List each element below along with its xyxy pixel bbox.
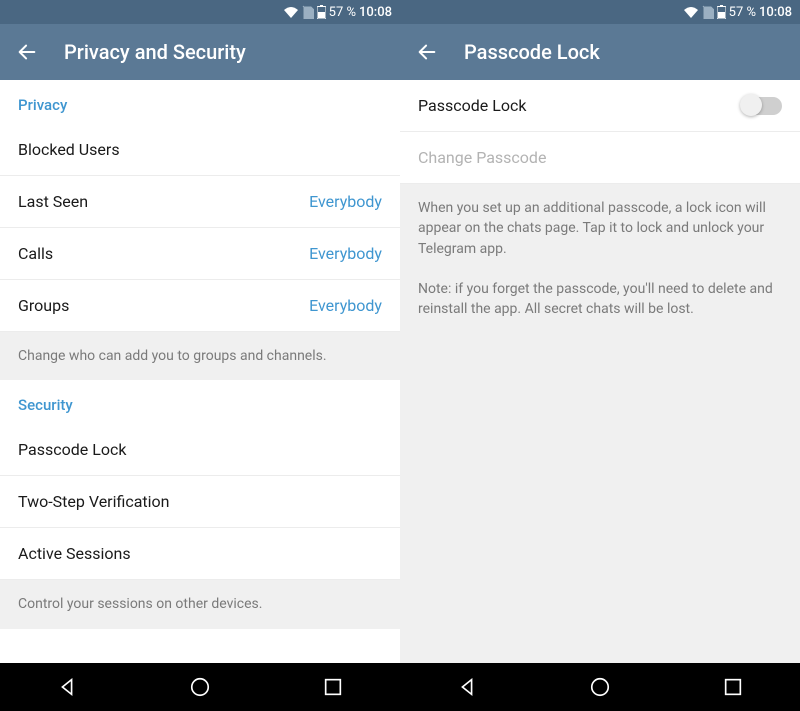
row-label: Active Sessions	[18, 544, 131, 563]
no-sim-icon	[302, 5, 314, 19]
nav-back-icon[interactable]	[56, 676, 78, 698]
section-header-privacy: Privacy	[0, 80, 400, 124]
screen-passcode-lock: 57 % 10:08 Passcode Lock Passcode Lock C…	[400, 0, 800, 711]
row-label: Groups	[18, 296, 69, 315]
row-last-seen[interactable]: Last Seen Everybody	[0, 176, 400, 228]
hint-text-2: Note: if you forget the passcode, you'll…	[418, 281, 773, 317]
screen-privacy-security: 57 % 10:08 Privacy and Security Privacy …	[0, 0, 400, 711]
clock-text: 10:08	[759, 5, 792, 20]
nav-recent-icon[interactable]	[722, 676, 744, 698]
row-groups[interactable]: Groups Everybody	[0, 280, 400, 332]
row-value: Everybody	[309, 192, 382, 211]
row-label: Blocked Users	[18, 140, 120, 159]
nav-home-icon[interactable]	[189, 676, 211, 698]
status-bar: 57 % 10:08	[0, 0, 400, 24]
section-header-security: Security	[0, 380, 400, 424]
page-title: Passcode Lock	[464, 40, 600, 64]
row-change-passcode: Change Passcode	[400, 132, 800, 184]
hint-text-1: When you set up an additional passcode, …	[418, 200, 766, 257]
battery-text: 57 %	[329, 5, 356, 20]
row-label: Calls	[18, 244, 53, 263]
row-active-sessions[interactable]: Active Sessions	[0, 528, 400, 580]
back-arrow-icon[interactable]	[16, 41, 38, 63]
row-label: Passcode Lock	[418, 96, 526, 115]
row-label: Last Seen	[18, 192, 88, 211]
row-blocked-users[interactable]: Blocked Users	[0, 124, 400, 176]
row-passcode-toggle[interactable]: Passcode Lock	[400, 80, 800, 132]
nav-home-icon[interactable]	[589, 676, 611, 698]
row-passcode-lock[interactable]: Passcode Lock	[0, 424, 400, 476]
privacy-hint: Change who can add you to groups and cha…	[0, 332, 400, 380]
wifi-icon	[283, 6, 299, 18]
nav-recent-icon[interactable]	[322, 676, 344, 698]
clock-text: 10:08	[359, 5, 392, 20]
nav-back-icon[interactable]	[456, 676, 478, 698]
app-bar: Passcode Lock	[400, 24, 800, 80]
no-sim-icon	[702, 5, 714, 19]
passcode-hint: When you set up an additional passcode, …	[400, 184, 800, 663]
nav-bar	[0, 663, 400, 711]
back-arrow-icon[interactable]	[416, 41, 438, 63]
row-value: Everybody	[309, 296, 382, 315]
page-title: Privacy and Security	[64, 40, 246, 64]
nav-bar	[400, 663, 800, 711]
wifi-icon	[683, 6, 699, 18]
row-calls[interactable]: Calls Everybody	[0, 228, 400, 280]
battery-icon	[717, 5, 726, 19]
battery-text: 57 %	[729, 5, 756, 20]
row-label: Two-Step Verification	[18, 492, 170, 511]
security-hint: Control your sessions on other devices.	[0, 580, 400, 628]
app-bar: Privacy and Security	[0, 24, 400, 80]
status-bar: 57 % 10:08	[400, 0, 800, 24]
content-area: Privacy Blocked Users Last Seen Everybod…	[0, 80, 400, 663]
row-two-step[interactable]: Two-Step Verification	[0, 476, 400, 528]
content-area: Passcode Lock Change Passcode When you s…	[400, 80, 800, 663]
passcode-toggle[interactable]	[742, 97, 782, 115]
row-label: Change Passcode	[418, 148, 546, 167]
battery-icon	[317, 5, 326, 19]
row-value: Everybody	[309, 244, 382, 263]
row-label: Passcode Lock	[18, 440, 126, 459]
